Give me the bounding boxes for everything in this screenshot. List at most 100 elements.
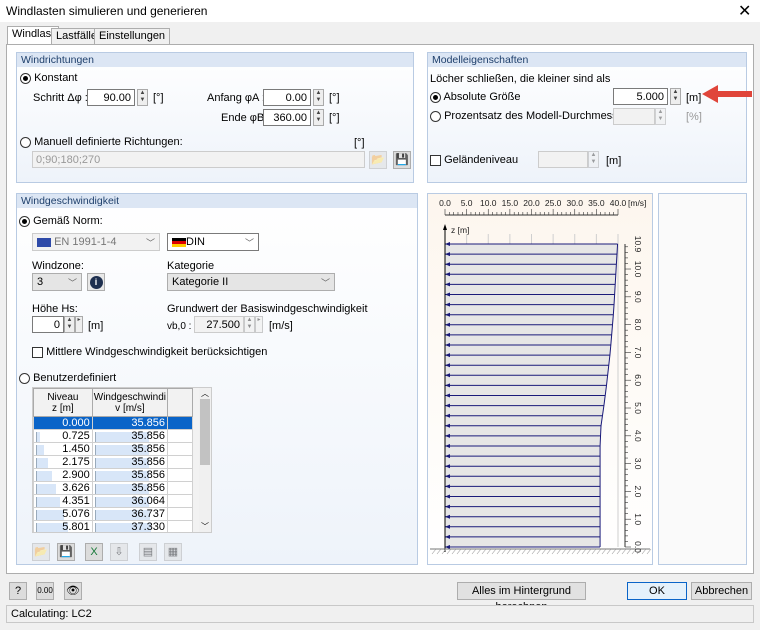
save-icon[interactable]: 💾 [57,543,75,561]
unit: [°] [153,92,164,104]
value: 3 [37,276,44,288]
cell-niveau[interactable]: 0.725 [33,429,93,443]
radio-konstant[interactable]: Konstant [20,72,77,84]
cell-niveau[interactable]: 2.900 [33,468,93,482]
table-row[interactable]: 5.076 36.737 [33,507,193,521]
vb-spinner[interactable]: ▲ ▼ [244,316,255,333]
hoehe-menu-button[interactable]: ▸ [75,316,83,333]
schritt-spinner[interactable]: ▲ ▼ [137,89,148,106]
ground-hatch [461,548,467,555]
cell-wind[interactable]: 35.856 [91,481,169,495]
table-row[interactable]: 4.351 36.064 [33,494,193,508]
ground-hatch [431,548,437,555]
gelaendeniveau-spinner[interactable]: ▲ ▼ [588,151,599,168]
cancel-button[interactable]: Abbrechen [691,582,752,600]
table-row[interactable]: 1.450 35.856 [33,442,193,456]
radio-manuell[interactable]: Manuell definierte Richtungen: [20,136,183,148]
radio-absolute-groesse[interactable]: Absolute Größe [430,91,521,103]
save-icon[interactable]: 💾 [393,151,411,169]
view-icon[interactable]: 👁 [64,582,82,600]
scroll-thumb[interactable] [200,399,210,465]
prozentsatz-input[interactable] [613,108,655,125]
manuell-input[interactable]: 0;90;180;270 [32,151,365,168]
cell-niveau[interactable]: 4.351 [33,494,93,508]
cell-wind[interactable]: 36.064 [91,494,169,508]
anfang-input[interactable]: 0.00 [263,89,311,106]
vb-menu-button[interactable]: ▸ [255,316,263,333]
hoehe-label: Höhe Hs: [32,303,78,315]
z-tick-label: 10.0 [633,261,643,278]
gelaendeniveau-input[interactable] [538,151,588,168]
absolute-groesse-spinner[interactable]: ▲ ▼ [670,88,681,105]
cell-wind[interactable]: 35.856 [91,442,169,456]
cell-niveau[interactable]: 5.076 [33,507,93,521]
x-tick-label: 35.0 [588,198,605,208]
table-row[interactable]: 3.626 35.856 [33,481,193,495]
cell-wind[interactable]: 37.330 [91,520,169,532]
col-header-niveau[interactable]: Niveau z [m] [33,388,93,417]
table-row[interactable]: 5.801 37.330 [33,520,193,532]
radio-prozentsatz[interactable]: Prozentsatz des Modell-Durchmessers [430,110,633,122]
cell-wind[interactable]: 35.856 [91,429,169,443]
table-settings-icon[interactable]: ▦ [164,543,182,561]
ground-hatch [456,548,462,555]
ok-button[interactable]: OK [627,582,687,600]
label: Prozentsatz des Modell-Durchmessers [444,110,633,122]
schritt-input[interactable]: 90.00 [87,89,135,106]
group-windgeschwindigkeit: Windgeschwindigkeit Gemäß Norm: EN 1991-… [16,193,418,565]
checkbox-gelaendeniveau[interactable]: Geländeniveau [430,154,518,166]
table-row[interactable]: 2.175 35.856 [33,455,193,469]
cell-wind[interactable]: 35.856 [91,455,169,469]
label: Absolute Größe [443,91,521,103]
open-folder-icon[interactable]: 📂 [32,543,50,561]
cell-niveau[interactable]: 3.626 [33,481,93,495]
table-scrollbar[interactable]: ︿ ﹀ [199,388,211,532]
vb-input[interactable]: 27.500 [194,316,244,333]
scroll-up-icon[interactable]: ︿ [199,388,211,399]
scroll-down-icon[interactable]: ﹀ [199,521,211,532]
grund-label: Grundwert der Basiswindgeschwindigkeit [167,303,368,315]
ground-hatch [501,548,507,555]
absolute-groesse-input[interactable]: 5.000 [613,88,668,105]
hoehe-spinner[interactable]: ▲ ▼ [64,316,75,333]
cell-wind[interactable]: 35.856 [91,416,169,430]
tab-einstellungen[interactable]: Einstellungen [94,28,171,44]
table-row[interactable]: 2.900 35.856 [33,468,193,482]
units-icon[interactable]: 0.00 [36,582,54,600]
schritt-label: Schritt Δφ : [33,92,88,104]
radio-gemaess-norm[interactable]: Gemäß Norm: [19,215,103,227]
col-header-wind[interactable]: Windgeschwindi v [m/s] [91,388,169,417]
ground-hatch [536,548,542,555]
cell-wind[interactable]: 35.856 [91,468,169,482]
x-axis-unit: [m/s] [628,198,646,208]
cell-niveau[interactable]: 0.000 [33,416,93,430]
table-row[interactable]: 0.725 35.856 [33,429,193,443]
table-row[interactable]: 0.000 35.856 [33,416,193,430]
cell-niveau[interactable]: 5.801 [33,520,93,532]
cell-niveau[interactable]: 2.175 [33,455,93,469]
anfang-spinner[interactable]: ▲ ▼ [313,89,324,106]
prozentsatz-spinner[interactable]: ▲ ▼ [655,108,666,125]
norm-select[interactable]: EN 1991-1-4 ﹀ [32,233,160,251]
checkbox-mittlere[interactable]: Mittlere Windgeschwindigkeit berücksicht… [32,346,267,358]
ground-hatch [486,548,492,555]
hoehe-input[interactable]: 0 [32,316,64,333]
table-tool-icon[interactable]: ▤ [139,543,157,561]
excel-export-icon[interactable]: X [85,543,103,561]
radio-benutzerdefiniert[interactable]: Benutzerdefiniert [19,372,116,384]
excel-import-icon[interactable]: ⇩ [110,543,128,561]
help-icon[interactable]: ? [9,582,27,600]
national-annex-select[interactable]: DIN ﹀ [167,233,259,251]
cell-wind[interactable]: 36.737 [91,507,169,521]
ground-hatch [616,548,622,555]
open-folder-icon[interactable]: 📂 [369,151,387,169]
ground-hatch [646,548,652,555]
calculate-background-button[interactable]: Alles im Hintergrund berechnen [457,582,586,613]
ende-spinner[interactable]: ▲ ▼ [313,109,324,126]
ende-input[interactable]: 360.00 [263,109,311,126]
cell-niveau[interactable]: 1.450 [33,442,93,456]
info-icon[interactable]: i [87,273,105,291]
kategorie-select[interactable]: Kategorie II ﹀ [167,273,335,291]
close-icon[interactable]: ✕ [738,1,751,21]
windzone-select[interactable]: 3 ﹀ [32,273,82,291]
